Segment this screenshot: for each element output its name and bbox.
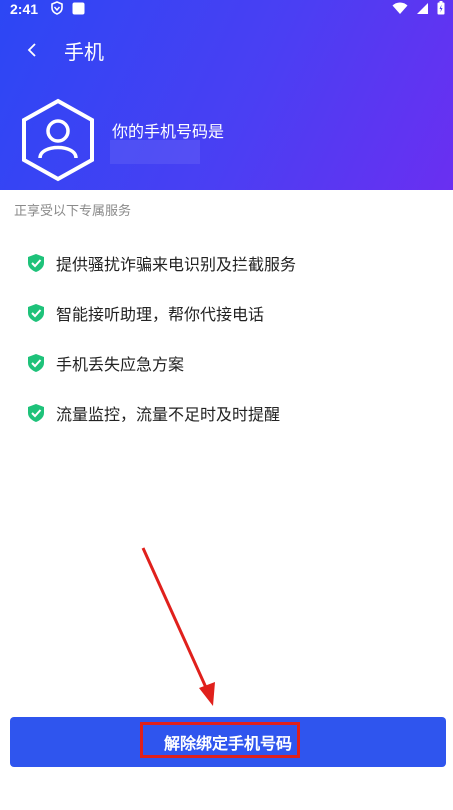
- status-time: 2:41: [10, 1, 39, 17]
- service-item-label: 智能接听助理，帮你代接电话: [56, 305, 265, 324]
- shield-check-icon: [28, 254, 44, 272]
- shield-check-icon: [28, 304, 44, 322]
- service-item: 手机丢失应急方案: [0, 338, 453, 388]
- chevron-left-icon: [27, 43, 36, 57]
- header-banner: 2:41 手机 你的手机号码是: [0, 0, 453, 190]
- notification-square-icon: [72, 2, 85, 14]
- service-item: 提供骚扰诈骗来电识别及拦截服务: [0, 238, 453, 288]
- page-title: 手机: [64, 40, 104, 64]
- status-bar: 2:41: [0, 0, 453, 20]
- back-button[interactable]: [18, 36, 46, 64]
- shield-check-icon: [28, 354, 44, 372]
- service-item-label: 提供骚扰诈骗来电识别及拦截服务: [56, 255, 297, 274]
- wifi-icon: [392, 2, 408, 14]
- service-list: 提供骚扰诈骗来电识别及拦截服务 智能接听助理，帮你代接电话 手机丢失应急方案 流…: [0, 238, 453, 438]
- phone-number-label: 你的手机号码是: [112, 122, 225, 141]
- service-item: 流量监控，流量不足时及时提醒: [0, 388, 453, 438]
- service-item: 智能接听助理，帮你代接电话: [0, 288, 453, 338]
- services-section-label: 正享受以下专属服务: [14, 204, 132, 219]
- vpn-shield-icon: [51, 1, 63, 15]
- highlight-box: [140, 722, 300, 758]
- user-avatar-hexagon-icon: [22, 98, 94, 182]
- phone-number-value: [110, 140, 200, 164]
- cellular-signal-icon: [417, 2, 428, 14]
- service-item-label: 手机丢失应急方案: [56, 355, 185, 374]
- battery-charging-icon: [437, 1, 445, 15]
- shield-check-icon: [28, 404, 44, 422]
- app-bar: 手机: [0, 30, 453, 70]
- service-item-label: 流量监控，流量不足时及时提醒: [56, 405, 281, 424]
